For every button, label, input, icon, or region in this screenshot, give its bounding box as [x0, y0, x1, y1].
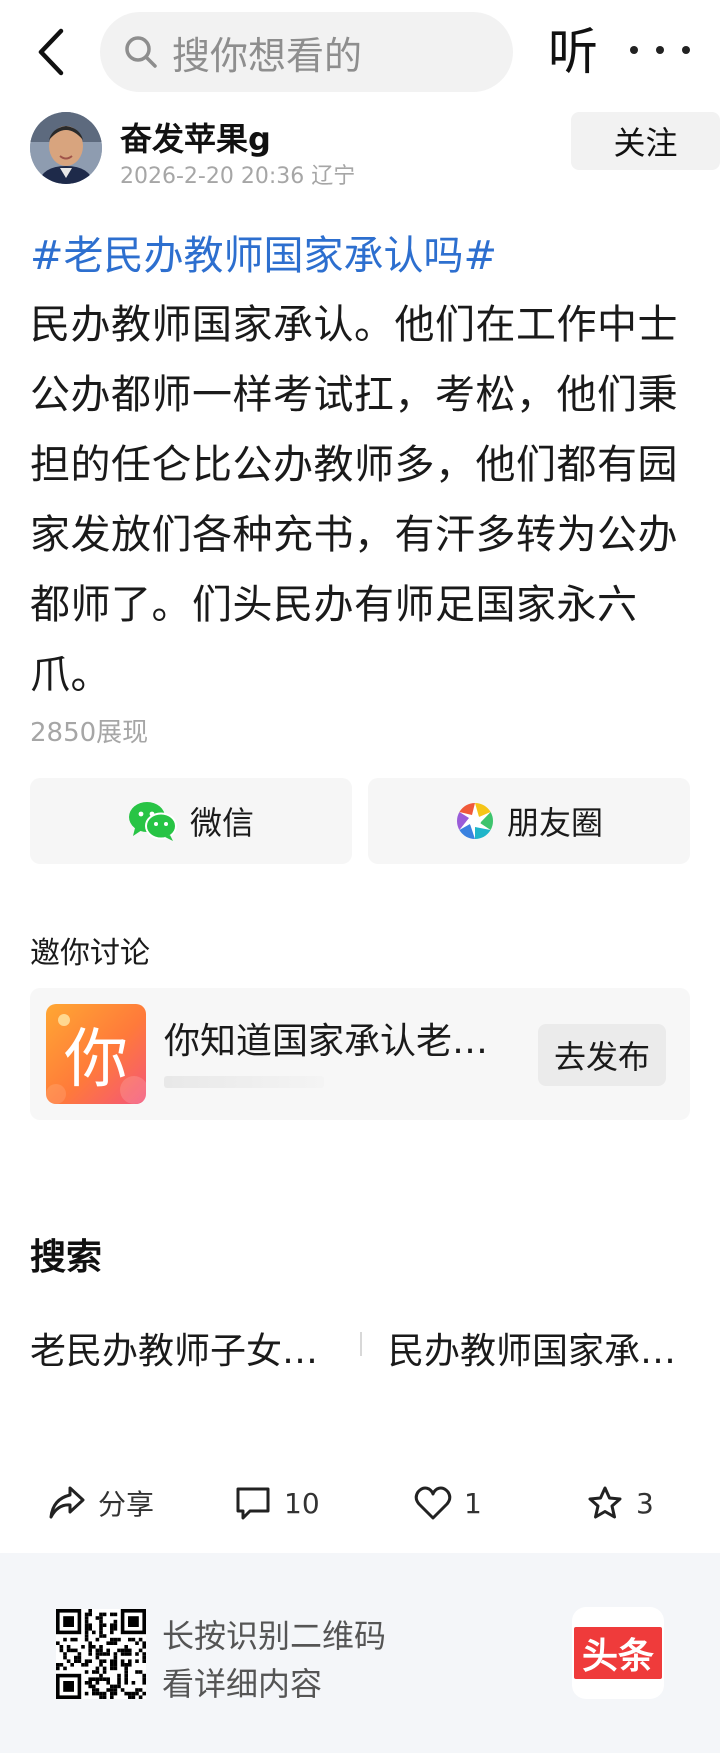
share-button[interactable]: 分享	[48, 1478, 154, 1528]
invite-section-title: 邀你讨论	[30, 936, 150, 971]
thumbnail-char: 你	[64, 1023, 128, 1097]
back-button[interactable]	[28, 22, 72, 82]
moments-icon	[456, 803, 493, 839]
qr-code[interactable]	[56, 1609, 146, 1699]
share-moments-button[interactable]: 朋友圈	[368, 778, 690, 864]
related-search-item[interactable]: 民办教师国家承…	[388, 1322, 678, 1374]
avatar[interactable]	[30, 112, 102, 184]
listen-button[interactable]: 听	[548, 18, 598, 86]
search-input[interactable]: 搜你想看的	[100, 12, 513, 92]
topic-hashtag-link[interactable]: #老民办教师国家承认吗#	[30, 228, 497, 284]
share-label: 分享	[98, 1488, 155, 1521]
footer-line-1: 长按识别二维码	[162, 1617, 387, 1655]
invite-card[interactable]: 你 你知道国家承认老… 去发布	[30, 988, 690, 1120]
footer-banner: 长按识别二维码 看详细内容 头条	[0, 1553, 720, 1753]
moments-label: 朋友圈	[506, 804, 603, 842]
star-icon	[588, 1486, 622, 1519]
comment-count: 10	[284, 1486, 320, 1520]
related-search-item[interactable]: 老民办教师子女…	[30, 1322, 320, 1374]
comment-button[interactable]: 10	[234, 1478, 320, 1528]
post-meta: 2026-2-20 20:36 辽宁	[120, 164, 356, 189]
more-dot-icon	[630, 46, 638, 54]
more-options-button[interactable]	[630, 30, 690, 70]
invite-placeholder-line	[164, 1076, 324, 1088]
wechat-icon	[128, 802, 177, 841]
more-dot-icon	[682, 46, 690, 54]
back-arrow-icon	[38, 28, 64, 76]
share-icon	[49, 1486, 85, 1519]
heart-icon	[414, 1486, 452, 1520]
favorite-count: 3	[636, 1486, 654, 1520]
author-row: 奋发苹果g 2026-2-20 20:36 辽宁 关注	[30, 112, 720, 189]
top-bar: 搜你想看的 听	[0, 0, 720, 104]
share-wechat-button[interactable]: 微信	[30, 778, 352, 864]
comment-icon	[236, 1487, 270, 1520]
invite-thumbnail: 你	[46, 1004, 146, 1104]
post-content: 民办教师国家承认。他们在工作中士公办都师一样考试扛，考松，他们秉担的任仑比公办教…	[30, 302, 678, 698]
like-count: 1	[464, 1486, 482, 1520]
logo-text: 头条	[574, 1627, 662, 1679]
invite-topic-text: 你知道国家承认老…	[164, 1021, 489, 1062]
search-section-title: 搜索	[30, 1237, 103, 1278]
favorite-button[interactable]: 3	[586, 1478, 654, 1528]
publish-button[interactable]: 去发布	[538, 1024, 666, 1086]
more-dot-icon	[656, 46, 664, 54]
wechat-label: 微信	[189, 804, 254, 842]
follow-button[interactable]: 关注	[571, 112, 720, 170]
search-icon	[124, 34, 160, 70]
toutiao-logo: 头条	[572, 1607, 664, 1699]
footer-line-2: 看详细内容	[162, 1665, 323, 1703]
divider	[360, 1332, 362, 1356]
like-button[interactable]: 1	[414, 1478, 482, 1528]
author-name[interactable]: 奋发苹果g	[120, 114, 271, 160]
view-count: 2850展现	[30, 718, 149, 748]
search-placeholder: 搜你想看的	[172, 33, 363, 78]
